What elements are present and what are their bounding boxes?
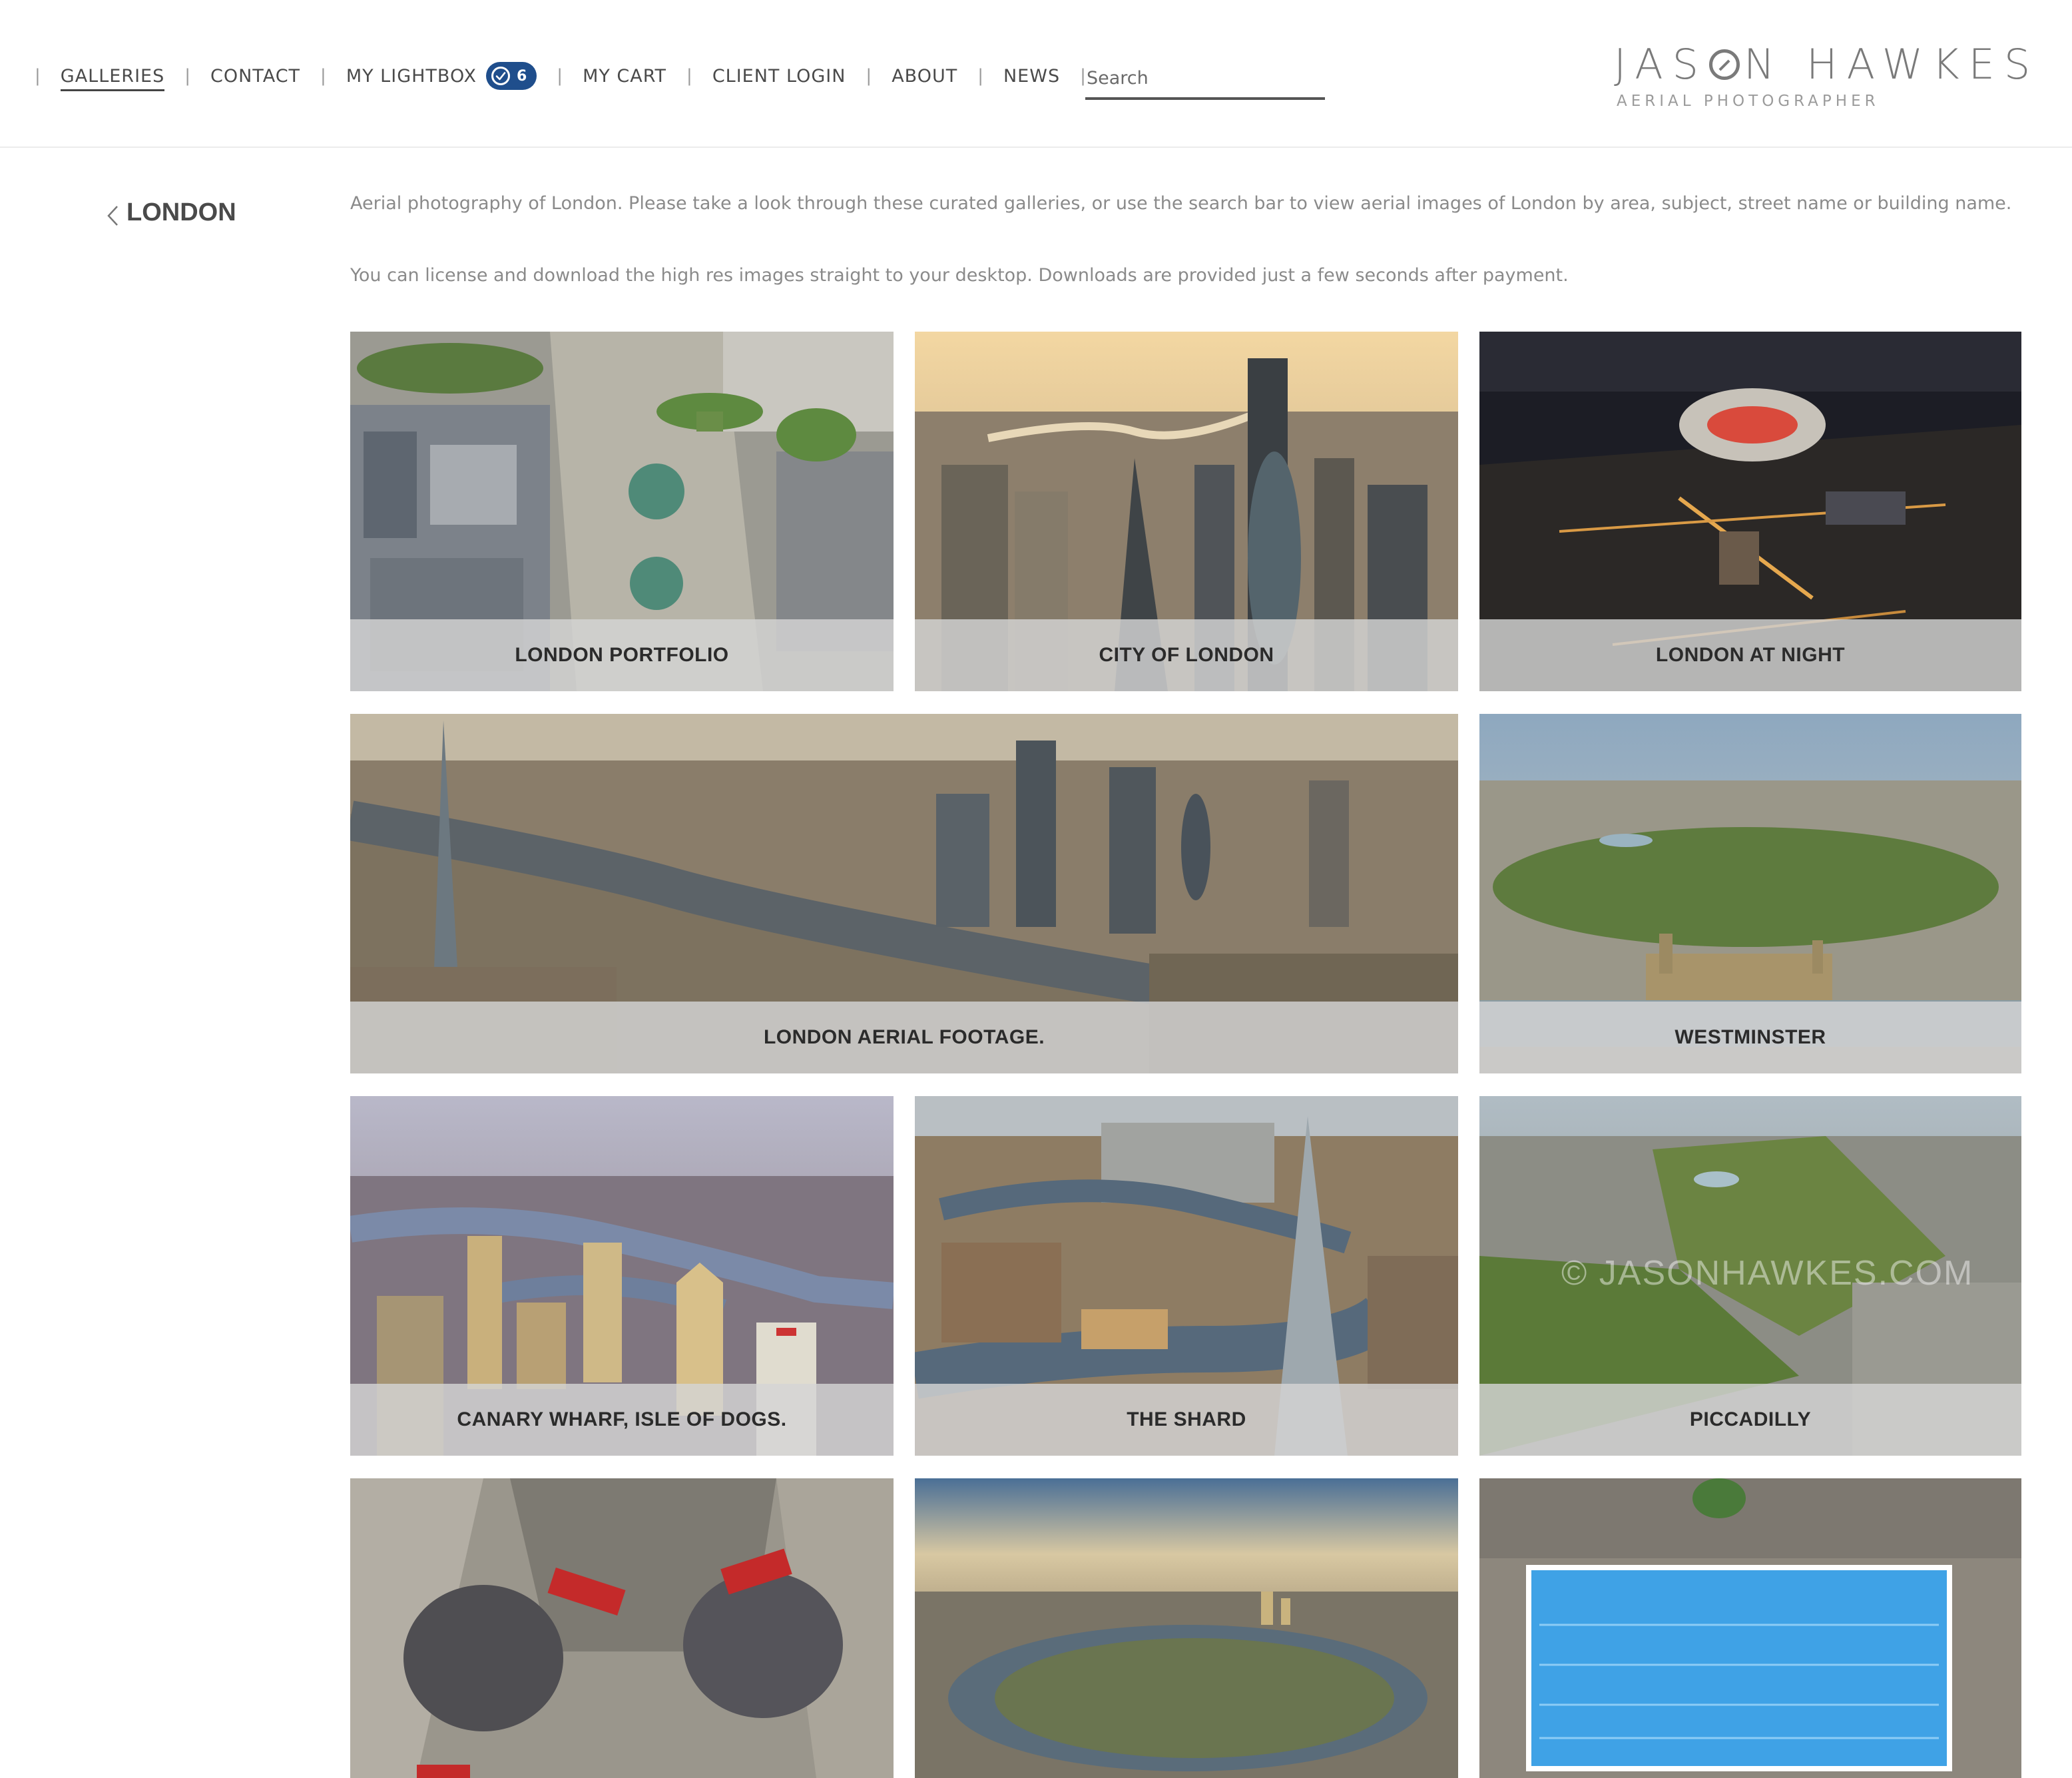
nav-separator: | xyxy=(557,66,563,86)
gallery-tile-the-shard[interactable]: THE SHARD xyxy=(915,1096,1458,1456)
nav-news[interactable]: NEWS xyxy=(1003,66,1060,87)
nav-galleries[interactable]: GALLERIES xyxy=(60,66,165,91)
intro-paragraph-1: Aerial photography of London. Please tak… xyxy=(350,193,2012,214)
nav-client-login[interactable]: CLIENT LOGIN xyxy=(712,66,846,87)
nav-my-cart[interactable]: MY CART xyxy=(583,66,666,87)
nav-separator: | xyxy=(977,66,983,86)
nav-separator: | xyxy=(866,66,872,86)
gallery-tile-london-aerial-footage[interactable]: LONDON AERIAL FOOTAGE. xyxy=(350,714,1458,1073)
gallery-caption: PICCADILLY xyxy=(1479,1384,2021,1456)
watermark: © JASONHAWKES.COM xyxy=(1561,1254,1974,1293)
back-link[interactable]: LONDON xyxy=(105,197,236,228)
gallery-tile-swimming-pool[interactable] xyxy=(1479,1478,2021,1778)
gallery-tile-greenwich-peninsula[interactable] xyxy=(915,1478,1458,1778)
lightbox-count: 6 xyxy=(516,67,528,85)
gallery-tile-city-of-london[interactable]: CITY OF LONDON xyxy=(915,332,1458,691)
gallery-caption: LONDON AERIAL FOOTAGE. xyxy=(350,1002,1458,1073)
compass-o-icon xyxy=(1708,49,1740,80)
check-icon xyxy=(491,67,510,85)
gallery-caption: CANARY WHARF, ISLE OF DOGS. xyxy=(350,1384,894,1456)
gallery-caption: WESTMINSTER xyxy=(1479,1002,2021,1073)
logo-name: JAS N HAWKES xyxy=(1614,40,2040,89)
nav-my-lightbox-label: MY LIGHTBOX xyxy=(346,65,477,87)
gallery-caption: LONDON PORTFOLIO xyxy=(350,619,894,691)
chevron-left-icon xyxy=(107,206,118,226)
site-header: | GALLERIES | CONTACT | MY LIGHTBOX 6 | … xyxy=(0,0,2072,148)
nav-separator: | xyxy=(35,66,41,86)
nav-about[interactable]: ABOUT xyxy=(892,66,957,87)
gallery-tile-oxford-circus[interactable] xyxy=(350,1478,894,1778)
nav-my-lightbox[interactable]: MY LIGHTBOX 6 xyxy=(346,62,537,90)
gallery-thumbnail xyxy=(1479,1478,2021,1778)
search-input[interactable] xyxy=(1085,59,1325,97)
intro-paragraph-2: You can license and download the high re… xyxy=(350,265,1569,286)
page-title: LONDON xyxy=(127,198,236,226)
gallery-tile-canary-wharf[interactable]: CANARY WHARF, ISLE OF DOGS. xyxy=(350,1096,894,1456)
gallery-caption: CITY OF LONDON xyxy=(915,619,1458,691)
nav-contact[interactable]: CONTACT xyxy=(210,66,300,87)
gallery-caption: LONDON AT NIGHT xyxy=(1479,619,2021,691)
nav-separator: | xyxy=(184,66,190,86)
logo-subtitle: AERIAL PHOTOGRAPHER xyxy=(1617,93,1880,110)
nav-separator: | xyxy=(686,66,692,86)
main-nav: | GALLERIES | CONTACT | MY LIGHTBOX 6 | … xyxy=(35,60,1106,92)
gallery-tile-london-portfolio[interactable]: LONDON PORTFOLIO xyxy=(350,332,894,691)
gallery-thumbnail xyxy=(915,1478,1458,1778)
intro-text: Aerial photography of London. Please tak… xyxy=(350,188,2041,332)
gallery-tile-westminster[interactable]: WESTMINSTER xyxy=(1479,714,2021,1073)
site-logo[interactable]: JAS N HAWKES AERIAL PHOTOGRAPHER xyxy=(1614,40,2040,113)
lightbox-count-badge: 6 xyxy=(485,62,537,90)
gallery-caption: THE SHARD xyxy=(915,1384,1458,1456)
search-box xyxy=(1085,59,1325,100)
nav-separator: | xyxy=(320,66,326,86)
gallery-thumbnail xyxy=(350,1478,894,1778)
gallery-tile-london-at-night[interactable]: LONDON AT NIGHT xyxy=(1479,332,2021,691)
